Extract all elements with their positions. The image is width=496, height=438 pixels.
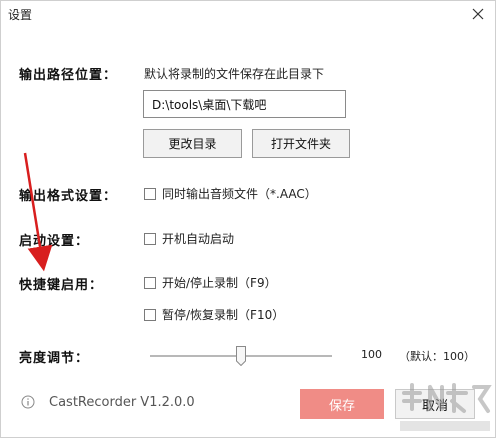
pause-resume-hotkey-checkbox[interactable] [144,308,156,321]
start-stop-hotkey-option[interactable]: 开始/停止录制（F9） [144,274,277,291]
window-title: 设置 [8,8,33,22]
watermark-logo-icon [400,383,492,431]
output-format-label: 输出格式设置： [19,189,118,204]
audio-output-option-label: 同时输出音频文件（*.AAC） [162,187,317,201]
startup-label: 启动设置： [19,234,90,249]
close-button[interactable] [467,3,489,25]
settings-dialog: 设置 输出路径位置： 默认将录制的文件保存在此目录下 更改目录 打开文件夹 输出… [0,0,496,438]
info-icon [21,395,35,409]
hotkeys-label: 快捷键启用： [19,278,104,293]
autostart-option[interactable]: 开机自动启动 [144,230,234,247]
slider-thumb[interactable] [236,346,246,366]
brightness-value: 100 [361,348,382,361]
version-text: CastRecorder V1.2.0.0 [49,395,195,410]
audio-output-option[interactable]: 同时输出音频文件（*.AAC） [144,185,317,202]
brightness-slider[interactable] [150,346,332,366]
title-bar: 设置 [1,1,495,27]
save-button[interactable]: 保存 [300,389,384,419]
change-directory-button[interactable]: 更改目录 [143,129,242,158]
open-folder-button[interactable]: 打开文件夹 [252,129,350,158]
brightness-default: （默认：100） [399,350,475,363]
start-stop-hotkey-checkbox[interactable] [144,276,156,289]
start-stop-hotkey-label: 开始/停止录制（F9） [162,276,277,290]
autostart-checkbox[interactable] [144,232,156,245]
output-path-label: 输出路径位置： [19,68,118,83]
output-path-hint: 默认将录制的文件保存在此目录下 [144,67,325,81]
pause-resume-hotkey-label: 暂停/恢复录制（F10） [162,308,285,322]
autostart-option-label: 开机自动启动 [162,232,235,246]
brightness-label: 亮度调节： [19,351,90,366]
audio-output-checkbox[interactable] [144,187,156,200]
pause-resume-hotkey-option[interactable]: 暂停/恢复录制（F10） [144,306,284,323]
close-icon [472,8,484,20]
output-path-input[interactable] [143,90,346,118]
